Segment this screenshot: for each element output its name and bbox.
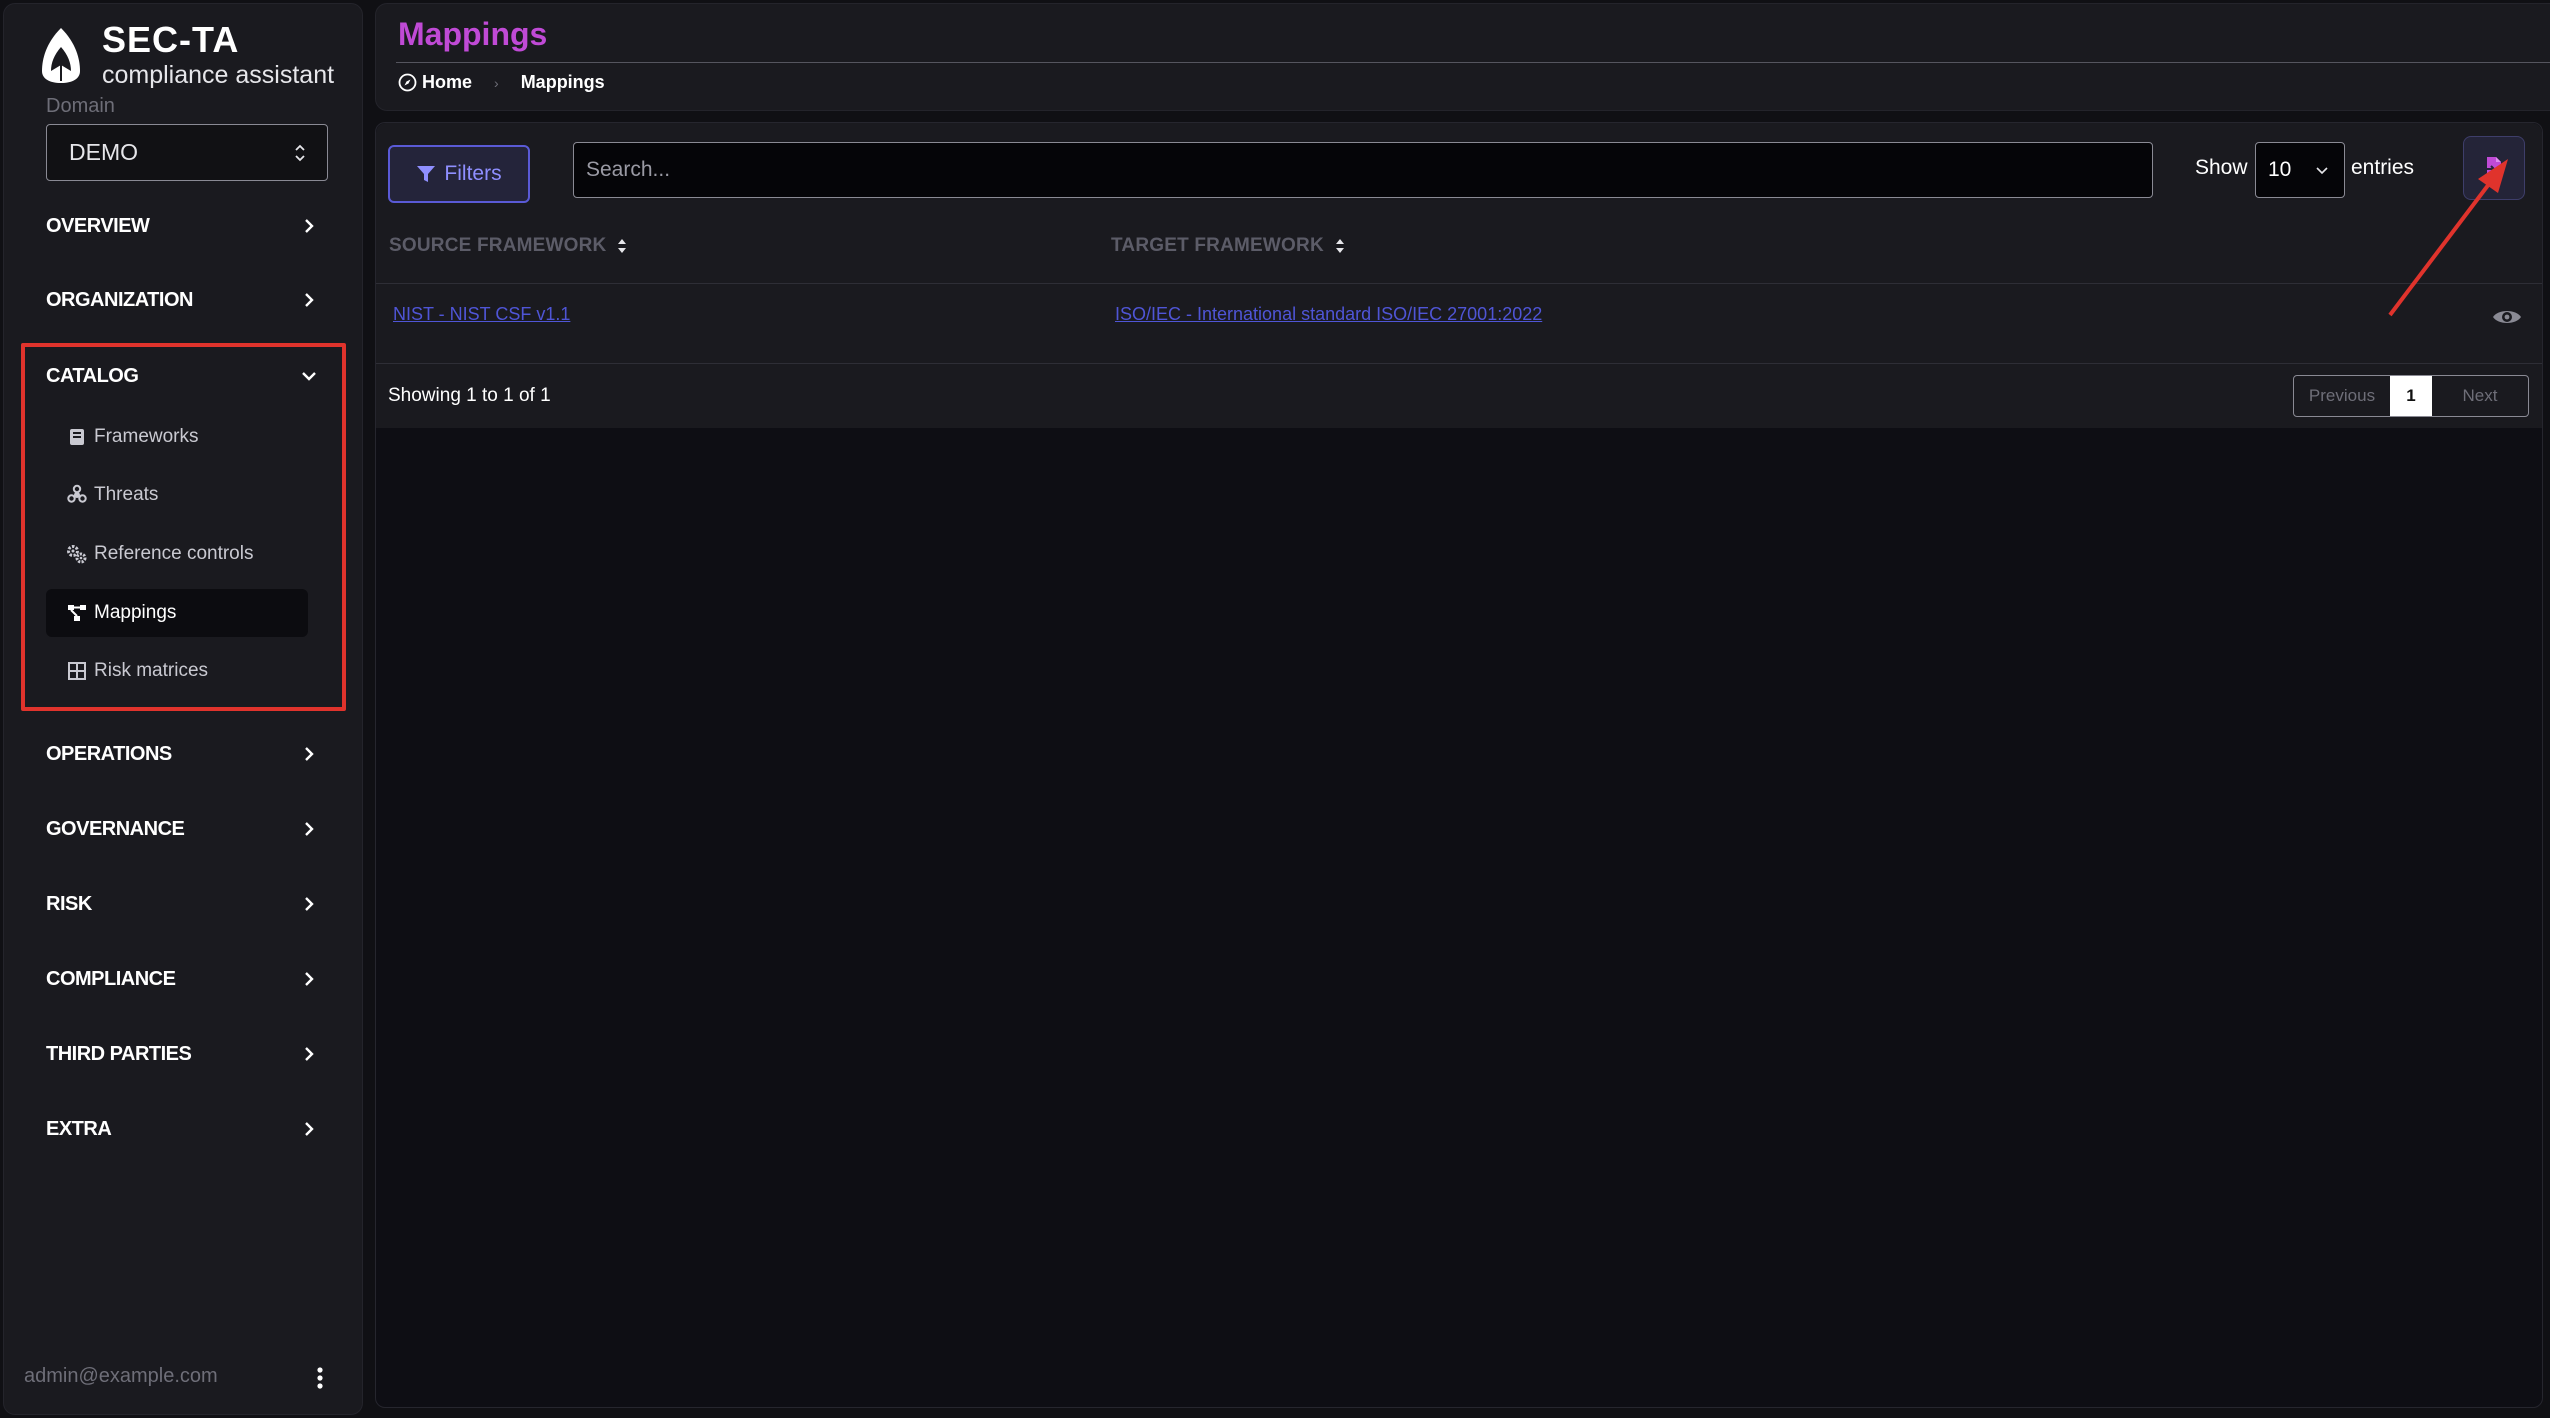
chevron-right-icon [305,747,314,761]
pagination-next-button[interactable]: Next [2432,376,2528,416]
diagram-icon [68,605,86,621]
nav-risk-label: RISK [46,892,92,915]
chevron-right-icon [305,293,314,307]
domain-label: Domain [46,95,115,117]
nav-governance-label: GOVERNANCE [46,817,185,840]
filter-funnel-icon [417,166,436,182]
brand-name: SEC-TA [102,19,240,60]
chevron-right-icon [305,822,314,836]
sidebar-item-mappings[interactable]: Mappings [46,589,308,637]
column-header-target[interactable]: TARGET FRAMEWORK [1111,235,1346,257]
sidebar-item-label: Frameworks [94,426,199,447]
sidebar-item-label: Risk matrices [94,660,209,681]
sidebar-item-frameworks[interactable]: Frameworks [46,413,308,461]
book-icon [70,429,84,445]
kebab-menu-icon[interactable] [308,1363,332,1393]
domain-select[interactable]: DEMO [46,124,328,181]
breadcrumb-current: Mappings [520,72,605,92]
source-framework-link[interactable]: NIST - NIST CSF v1.1 [393,304,570,325]
chevron-right-icon [305,897,314,911]
chevron-down-icon [302,372,316,381]
sidebar-item-reference-controls[interactable]: Reference controls [46,530,308,578]
nav-organization[interactable]: ORGANIZATION [46,280,316,320]
search-input[interactable] [573,142,2153,198]
nav-overview[interactable]: OVERVIEW [46,206,316,246]
pagination-previous-button[interactable]: Previous [2294,376,2390,416]
nav-catalog[interactable]: CATALOG [46,356,316,396]
chevron-down-icon [2316,167,2328,175]
nav-extra-label: EXTRA [46,1117,112,1140]
pagination: Previous 1 Next [2293,375,2529,417]
domain-value: DEMO [69,139,138,165]
table-grid-icon [68,662,86,680]
pagination-page-button[interactable]: 1 [2390,376,2432,416]
nav-governance[interactable]: GOVERNANCE [46,809,316,849]
table-showing-info: Showing 1 to 1 of 1 [388,385,551,406]
header-divider [396,62,2550,63]
nav-compliance[interactable]: COMPLIANCE [46,959,316,999]
app-root: SEC-TA compliance assistant Domain DEMO … [0,0,2550,1418]
chevron-right-icon [305,1047,314,1061]
filters-button[interactable]: Filters [388,145,530,203]
entries-label: entries [2351,156,2415,179]
nav-extra[interactable]: EXTRA [46,1109,316,1149]
sidebar-item-threats[interactable]: Threats [46,471,308,519]
entries-per-page-value: 10 [2268,158,2292,181]
gears-icon [67,545,87,564]
breadcrumb-separator-icon: › [494,74,499,91]
column-header-label: TARGET FRAMEWORK [1111,235,1324,256]
export-file-button[interactable] [2463,136,2525,200]
target-framework-link[interactable]: ISO/IEC - International standard ISO/IEC… [1115,304,1542,325]
nav-organization-label: ORGANIZATION [46,288,193,311]
nav-catalog-label: CATALOG [46,364,139,387]
page-title: Mappings [398,16,548,52]
chevron-right-icon [305,219,314,233]
nav-compliance-label: COMPLIANCE [46,967,176,990]
show-label: Show [2195,156,2248,179]
sidebar-item-risk-matrices[interactable]: Risk matrices [46,647,308,695]
sidebar-item-label: Reference controls [94,543,254,564]
breadcrumb: Home › Mappings [398,72,605,93]
filters-button-label: Filters [444,162,502,185]
eye-icon[interactable] [2492,306,2522,328]
column-header-label: SOURCE FRAMEWORK [389,235,607,256]
breadcrumb-home[interactable]: Home [398,72,472,93]
page-header: Mappings Home › Mappings [375,3,2550,111]
main-panel: Filters Show 10 entries SOURCE FRAMEWOR [375,122,2543,1408]
chevron-right-icon [305,1122,314,1136]
table-card: Filters Show 10 entries SOURCE FRAMEWOR [376,123,2542,428]
nav-operations[interactable]: OPERATIONS [46,734,316,774]
user-email: admin@example.com [24,1365,218,1387]
sidebar-item-label: Mappings [94,602,177,623]
nav-risk[interactable]: RISK [46,884,316,924]
brand-tagline: compliance assistant [102,61,335,89]
updown-chevron-icon [295,144,305,161]
nav-operations-label: OPERATIONS [46,742,172,765]
nav-third-parties[interactable]: THIRD PARTIES [46,1034,316,1074]
sort-icon [618,239,627,253]
nav-third-parties-label: THIRD PARTIES [46,1042,192,1065]
entries-per-page-select[interactable]: 10 [2255,142,2345,198]
sort-icon [1335,239,1344,253]
compass-icon [398,73,417,92]
biohazard-icon [67,484,87,503]
sidebar-item-label: Threats [94,484,159,505]
brand-logo-icon [42,28,80,83]
table-row-divider [376,363,2542,364]
table-header-divider [376,283,2542,284]
column-header-source[interactable]: SOURCE FRAMEWORK [389,235,628,257]
nav-overview-label: OVERVIEW [46,214,150,237]
sidebar: SEC-TA compliance assistant Domain DEMO … [3,3,363,1415]
chevron-right-icon [305,972,314,986]
brand[interactable]: SEC-TA compliance assistant [36,22,334,90]
file-export-icon [2484,157,2501,179]
breadcrumb-home-label: Home [422,72,473,92]
